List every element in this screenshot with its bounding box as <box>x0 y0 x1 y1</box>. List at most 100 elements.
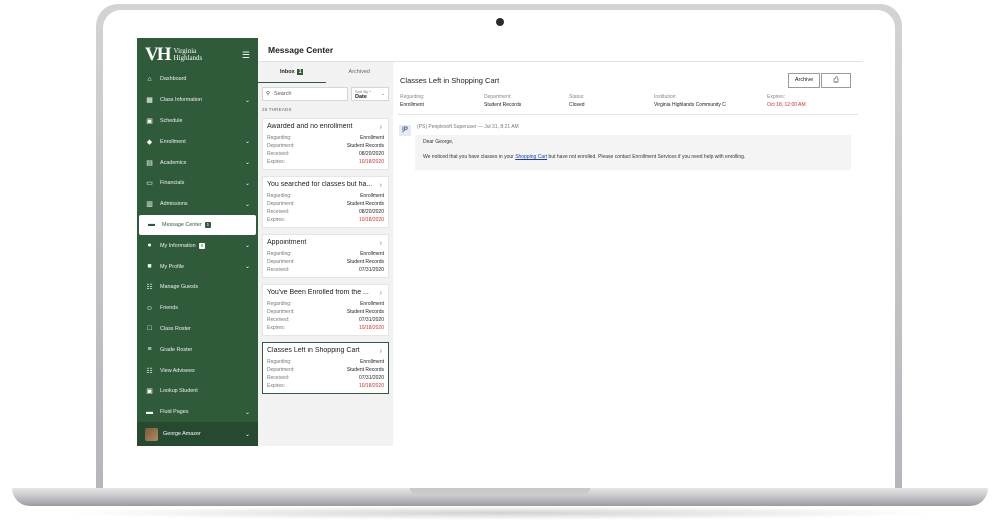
table-icon: ▦ <box>146 97 153 105</box>
chevron-down-icon: ⌄ <box>244 243 250 250</box>
sender-avatar: |P <box>399 125 411 136</box>
sidebar-item-label: Manage Guests <box>160 284 199 291</box>
thread-tabs: Inbox 1 Archived <box>258 62 394 83</box>
folder-icon: ▬ <box>146 408 153 416</box>
thread-card[interactable]: You searched for classes but ha... › Regar… <box>262 176 389 228</box>
laptop-shadow <box>60 506 940 520</box>
sidebar-item-label: Academics <box>160 159 187 166</box>
meta-institution: Institution: Virginia Highlands Community… <box>654 93 726 109</box>
sidebar-item-dashboard[interactable]: ⌂ Dashboard <box>137 69 258 90</box>
thread-department-row: Department: Student Records <box>267 200 384 208</box>
shopping-cart-link[interactable]: Shopping Cart <box>515 154 547 160</box>
sender-line: (PS) Peoplesoft Superuser — Jul 31, 8:21… <box>417 124 519 130</box>
sidebar-item-schedule[interactable]: ▣ Schedule <box>137 111 258 132</box>
sidebar-item-financials[interactable]: ▭ Financials ⌄ <box>137 173 258 194</box>
thread-regarding-value: Enrollment <box>360 359 384 365</box>
chevron-down-icon: ⌄ <box>244 97 250 104</box>
thread-title: You've Been Enrolled from the ... <box>267 289 369 296</box>
roster-icon: □ <box>147 325 152 333</box>
message-body: Dear George, We noticed that you have cl… <box>415 135 851 170</box>
sidebar-item-enrollment[interactable]: ◆ Enrollment ⌄ <box>137 131 258 152</box>
thread-received-row: Received: 07/31/2020 <box>267 316 384 324</box>
thread-regarding-label: Regarding: <box>267 193 292 199</box>
thread-card[interactable]: Classes Left in Shopping Cart › Regarding:… <box>262 342 389 394</box>
meta-value: Virginia Highlands Community C <box>654 102 726 108</box>
sidebar-item-class-information[interactable]: ▦ Class Information ⌄ <box>137 90 258 111</box>
thread-card[interactable]: Appointment › Regarding: Enrollment Departme… <box>262 234 389 278</box>
sidebar-item-manage-guests[interactable]: ☷ Manage Guests <box>137 277 258 298</box>
sidebar-item-label: My Profile <box>160 263 184 270</box>
printer-icon: ⎙ <box>833 77 839 84</box>
thread-expires-row: Expires: 10/18/2020 <box>267 324 384 332</box>
thread-card[interactable]: You've Been Enrolled from the ... › Regard… <box>262 284 389 336</box>
thread-card[interactable]: Awarded and no enrollment › Regarding: Enro… <box>262 118 389 170</box>
page-header: Message Center <box>258 38 863 62</box>
search-row: ⚲ Search Sort By * Date ⌄ <box>262 86 389 102</box>
thread-department-value: Student Records <box>346 367 384 373</box>
id-card-icon: ▥ <box>146 201 153 209</box>
sidebar-item-fluid-pages[interactable]: ▬ Fluid Pages ⌄ <box>137 402 258 423</box>
avatar <box>145 427 158 441</box>
sidebar-item-my-information[interactable]: ● My Information 0 ⌄ <box>137 235 258 256</box>
sidebar-item-label: Class Roster <box>160 325 191 332</box>
search-input[interactable]: ⚲ Search <box>262 87 348 101</box>
chevron-down-icon: ⌄ <box>244 180 250 187</box>
home-icon: ⌂ <box>147 75 152 83</box>
book-icon: ▤ <box>146 159 153 167</box>
logo[interactable]: VH Virginia Highlands <box>145 44 202 66</box>
thread-panel: Inbox 1 Archived ⚲ Search Sort By * Date … <box>258 62 394 446</box>
sidebar-item-message-center[interactable]: ▬ Message Center 1 <box>139 214 256 236</box>
logo-line2: Highlands <box>173 54 203 62</box>
thread-regarding-label: Regarding: <box>267 359 292 365</box>
thread-department-label: Department: <box>267 367 295 373</box>
print-button[interactable]: ⎙ <box>821 73 851 88</box>
thread-regarding-label: Regarding: <box>267 251 292 257</box>
credit-card-icon: ▭ <box>146 180 153 188</box>
tab-archived[interactable]: Archived <box>326 62 394 82</box>
sidebar-item-academics[interactable]: ▤ Academics ⌄ <box>137 152 258 173</box>
tab-inbox[interactable]: Inbox 1 <box>258 62 326 83</box>
sidebar-item-label: My Information <box>160 242 196 249</box>
sidebar-item-label: Financials <box>160 180 185 187</box>
thread-department-value: Student Records <box>346 201 384 207</box>
app-screen: VH Virginia Highlands ☰ ⌂ Dashboard ▦ Class… <box>137 38 863 446</box>
webcam <box>496 18 504 26</box>
profile-icon: ■ <box>147 263 152 271</box>
thread-expires-value: 10/18/2020 <box>358 159 384 165</box>
sidebar-item-admissions[interactable]: ▥ Admissions ⌄ <box>137 194 258 215</box>
thread-regarding-row: Regarding: Enrollment <box>267 192 384 200</box>
sidebar-item-label: Dashboard <box>160 76 187 83</box>
sort-select[interactable]: Sort By * Date ⌄ <box>351 87 389 101</box>
meta-expires: Expires: Oct 18, 12:00 AM <box>767 93 806 109</box>
thread-regarding-row: Regarding: Enrollment <box>267 134 384 142</box>
search-placeholder: Search <box>274 91 292 97</box>
advisees-icon: ☷ <box>146 367 153 375</box>
meta-department: Department: Student Records <box>484 93 521 109</box>
thread-expires-label: Expires: <box>267 383 286 389</box>
thread-title: Awarded and no enrollment <box>267 123 353 130</box>
sidebar-item-friends[interactable]: ☺ Friends <box>137 298 258 319</box>
sidebar-item-grade-roster[interactable]: ≡ Grade Roster <box>137 339 258 360</box>
sidebar-item-label: Enrollment <box>160 138 186 145</box>
sidebar-item-lookup-student[interactable]: ▣ Lookup Student <box>137 381 258 402</box>
thread-received-value: 07/31/2020 <box>358 317 384 323</box>
inbox-count-badge: 1 <box>296 68 304 75</box>
logo-mark: VH <box>145 44 171 65</box>
count-badge: 1 <box>204 221 212 228</box>
thread-department-row: Department: Student Records <box>267 142 384 150</box>
sidebar-item-my-profile[interactable]: ■ My Profile ⌄ <box>137 256 258 277</box>
meta-status: Status: Closed <box>569 93 585 109</box>
archive-button[interactable]: Archive <box>788 73 820 88</box>
user-menu[interactable]: George Amazer ⌄ <box>137 422 258 446</box>
sidebar-item-view-advisees[interactable]: ☷ View Advisees <box>137 360 258 381</box>
chevron-down-icon: ⌄ <box>244 201 250 208</box>
thread-list: Awarded and no enrollment › Regarding: Enro… <box>258 118 393 394</box>
chevron-down-icon: ⌄ <box>244 409 250 416</box>
chevron-down-icon: ⌄ <box>380 91 385 97</box>
chevron-right-icon: › <box>379 124 382 131</box>
sidebar-item-class-roster[interactable]: □ Class Roster <box>137 319 258 340</box>
thread-regarding-value: Enrollment <box>360 301 384 307</box>
tab-archived-label: Archived <box>348 69 370 75</box>
sidebar-item-label: Lookup Student <box>160 388 198 395</box>
menu-icon[interactable]: ☰ <box>242 50 250 61</box>
